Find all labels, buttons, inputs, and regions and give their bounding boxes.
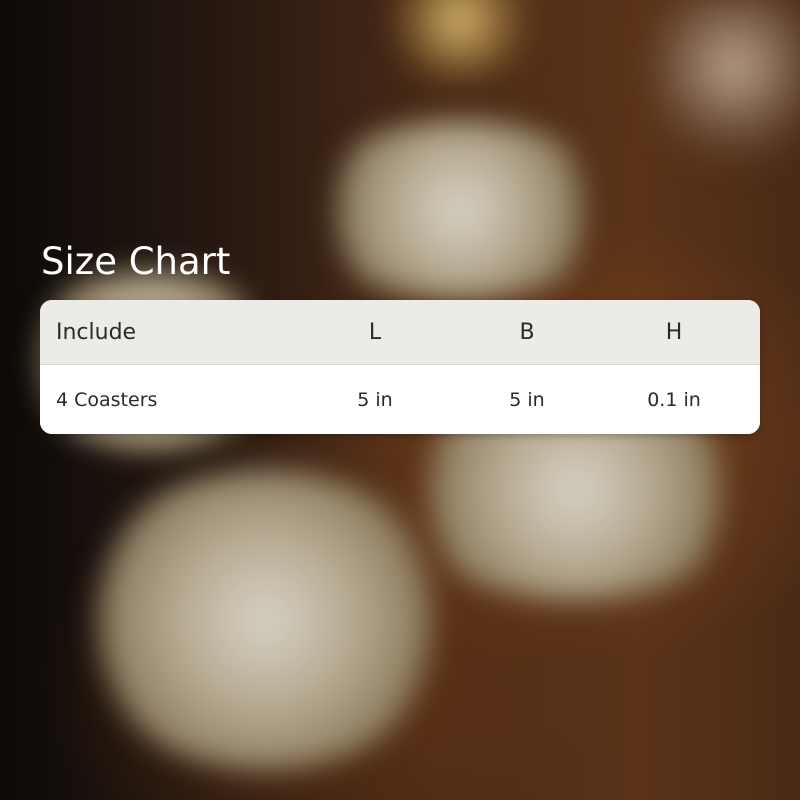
header-length: L <box>368 319 382 345</box>
wine-glass <box>380 0 540 80</box>
cell-length: 5 in <box>357 388 393 411</box>
table-row: 4 Coasters 5 in 5 in 0.1 in <box>40 365 760 434</box>
glass-jar <box>650 0 800 180</box>
cell-include: 4 Coasters <box>56 388 158 411</box>
page-title: Size Chart <box>41 240 231 283</box>
header-include: Include <box>56 319 137 345</box>
cell-breadth: 5 in <box>509 388 545 411</box>
header-breadth: B <box>519 319 535 345</box>
size-chart-table: Include L B H 4 Coasters 5 in 5 in 0.1 i… <box>40 300 760 434</box>
coaster-bottom <box>75 470 455 770</box>
table-header-row: Include L B H <box>40 300 760 365</box>
header-height: H <box>665 319 683 345</box>
cell-height: 0.1 in <box>647 388 701 411</box>
coaster-top <box>305 120 615 300</box>
